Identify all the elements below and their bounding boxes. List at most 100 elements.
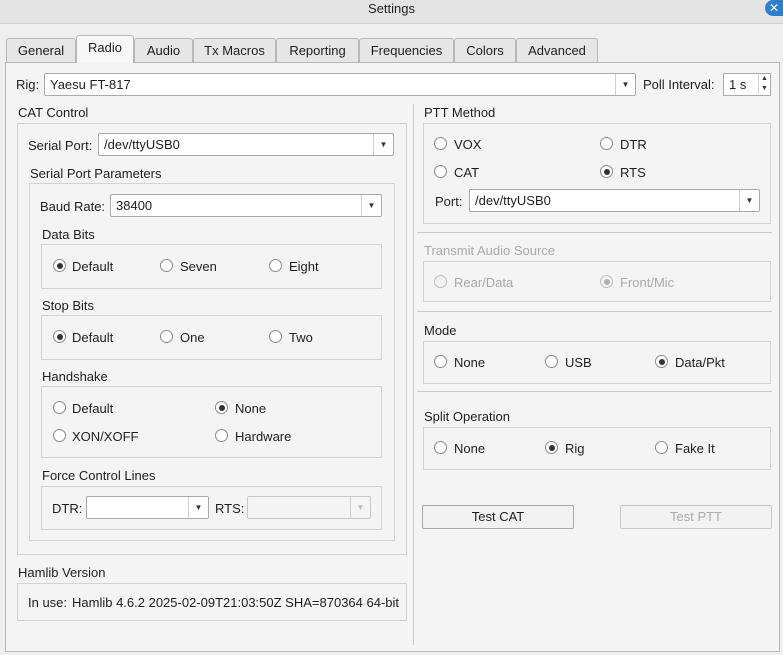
handshake-xonxoff-label[interactable]: XON/XOFF <box>72 429 138 444</box>
mode-usb-radio[interactable] <box>545 355 558 368</box>
tab-audio[interactable]: Audio <box>134 38 193 62</box>
stop-bits-default-radio[interactable] <box>53 330 66 343</box>
data-bits-seven-label[interactable]: Seven <box>180 259 217 274</box>
serial-port-params-title: Serial Port Parameters <box>30 166 162 181</box>
separator <box>417 311 772 312</box>
tab-frequencies[interactable]: Frequencies <box>359 38 454 62</box>
hamlib-version-value: Hamlib 4.6.2 2025-02-09T21:03:50Z SHA=87… <box>72 595 400 610</box>
force-control-lines-title: Force Control Lines <box>42 468 156 483</box>
ptt-rts-label[interactable]: RTS <box>620 165 646 180</box>
handshake-default-radio[interactable] <box>53 401 66 414</box>
poll-interval-label: Poll Interval: <box>643 77 715 92</box>
close-icon[interactable]: ✕ <box>765 0 783 16</box>
column-divider <box>413 104 414 645</box>
window-title: Settings <box>368 1 415 16</box>
handshake-group <box>41 386 382 458</box>
baud-rate-select[interactable]: 38400 ▼ <box>110 194 382 217</box>
data-bits-seven-radio[interactable] <box>160 259 173 272</box>
ptt-vox-label[interactable]: VOX <box>454 137 481 152</box>
separator <box>417 232 772 233</box>
ptt-dtr-label[interactable]: DTR <box>620 137 647 152</box>
poll-interval-value: 1 s <box>729 77 747 92</box>
stop-bits-default-label[interactable]: Default <box>72 330 113 345</box>
handshake-hardware-label[interactable]: Hardware <box>235 429 291 444</box>
tab-reporting[interactable]: Reporting <box>276 38 359 62</box>
separator <box>417 391 772 392</box>
stop-bits-two-radio[interactable] <box>269 330 282 343</box>
ptt-cat-radio[interactable] <box>434 165 447 178</box>
tx-audio-source-title: Transmit Audio Source <box>424 243 556 258</box>
baud-rate-value: 38400 <box>116 198 153 213</box>
split-rig-label[interactable]: Rig <box>565 441 585 456</box>
chevron-down-icon: ▼ <box>739 190 759 211</box>
split-rig-radio[interactable] <box>545 441 558 454</box>
dtr-label: DTR: <box>52 501 83 516</box>
data-bits-eight-label[interactable]: Eight <box>289 259 319 274</box>
chevron-down-icon: ▼ <box>350 497 370 518</box>
data-bits-default-label[interactable]: Default <box>72 259 113 274</box>
poll-interval-spinbox[interactable]: 1 s ▲ ▼ <box>723 73 771 96</box>
split-none-radio[interactable] <box>434 441 447 454</box>
chevron-down-icon: ▼ <box>373 134 393 155</box>
serial-port-select[interactable]: /dev/ttyUSB0 ▼ <box>98 133 394 156</box>
serial-port-value: /dev/ttyUSB0 <box>104 137 180 152</box>
handshake-none-label[interactable]: None <box>235 401 266 416</box>
rig-select[interactable]: Yaesu FT-817 ▼ <box>44 73 636 96</box>
tab-radio[interactable]: Radio <box>76 35 134 63</box>
split-fake-it-radio[interactable] <box>655 441 668 454</box>
split-fake-it-label[interactable]: Fake It <box>675 441 715 456</box>
rig-value: Yaesu FT-817 <box>50 77 131 92</box>
serial-port-label: Serial Port: <box>28 138 93 153</box>
rts-label: RTS: <box>215 501 245 516</box>
handshake-title: Handshake <box>42 369 108 384</box>
tx-audio-rear-radio[interactable] <box>434 275 447 288</box>
ptt-port-select[interactable]: /dev/ttyUSB0 ▼ <box>469 189 760 212</box>
tab-tx-macros[interactable]: Tx Macros <box>193 38 276 62</box>
ptt-port-label: Port: <box>435 194 463 209</box>
stop-bits-two-label[interactable]: Two <box>289 330 313 345</box>
stop-bits-title: Stop Bits <box>42 298 95 313</box>
tab-colors[interactable]: Colors <box>454 38 516 62</box>
ptt-rts-radio[interactable] <box>600 165 613 178</box>
mode-none-label[interactable]: None <box>454 355 485 370</box>
rts-select[interactable]: ▼ <box>247 496 371 519</box>
spin-up-icon[interactable]: ▲ <box>758 74 770 84</box>
chevron-down-icon: ▼ <box>361 195 381 216</box>
tx-audio-front-radio[interactable] <box>600 275 613 288</box>
data-bits-title: Data Bits <box>42 227 95 242</box>
chevron-down-icon: ▼ <box>188 497 208 518</box>
test-ptt-button[interactable]: Test PTT <box>620 505 772 529</box>
tab-advanced[interactable]: Advanced <box>516 38 598 62</box>
handshake-none-radio[interactable] <box>215 401 228 414</box>
ptt-vox-radio[interactable] <box>434 137 447 150</box>
stop-bits-one-radio[interactable] <box>160 330 173 343</box>
stop-bits-one-label[interactable]: One <box>180 330 205 345</box>
ptt-method-title: PTT Method <box>424 105 496 120</box>
test-cat-button[interactable]: Test CAT <box>422 505 574 529</box>
handshake-hardware-radio[interactable] <box>215 429 228 442</box>
mode-none-radio[interactable] <box>434 355 447 368</box>
tab-general[interactable]: General <box>6 38 76 62</box>
tx-audio-rear-label[interactable]: Rear/Data <box>454 275 513 290</box>
cat-control-title: CAT Control <box>18 105 89 120</box>
split-operation-title: Split Operation <box>424 409 510 424</box>
data-bits-eight-radio[interactable] <box>269 259 282 272</box>
mode-data-pkt-label[interactable]: Data/Pkt <box>675 355 725 370</box>
mode-usb-label[interactable]: USB <box>565 355 592 370</box>
spin-down-icon[interactable]: ▼ <box>758 84 770 94</box>
handshake-xonxoff-radio[interactable] <box>53 429 66 442</box>
ptt-port-value: /dev/ttyUSB0 <box>475 193 551 208</box>
handshake-default-label[interactable]: Default <box>72 401 113 416</box>
rig-label: Rig: <box>16 77 40 92</box>
data-bits-default-radio[interactable] <box>53 259 66 272</box>
hamlib-in-use-label: In use: <box>28 595 68 610</box>
tx-audio-front-label[interactable]: Front/Mic <box>620 275 674 290</box>
mode-title: Mode <box>424 323 457 338</box>
ptt-dtr-radio[interactable] <box>600 137 613 150</box>
ptt-cat-label[interactable]: CAT <box>454 165 479 180</box>
chevron-down-icon: ▼ <box>615 74 635 95</box>
mode-data-pkt-radio[interactable] <box>655 355 668 368</box>
dtr-select[interactable]: ▼ <box>86 496 209 519</box>
hamlib-version-title: Hamlib Version <box>18 565 106 580</box>
split-none-label[interactable]: None <box>454 441 485 456</box>
